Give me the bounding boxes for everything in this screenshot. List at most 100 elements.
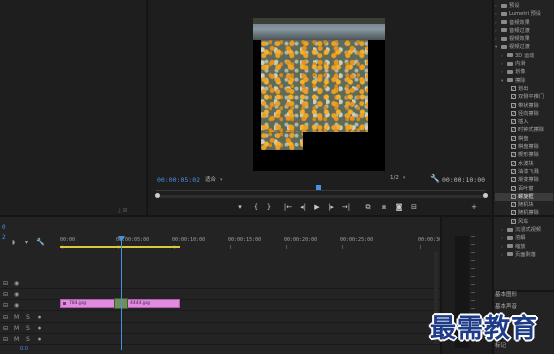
program-playhead[interactable] — [316, 185, 321, 190]
effects-tree-label: 双侧平推门 — [518, 94, 544, 101]
effects-tree-item[interactable]: › 沉浸式视频 — [495, 226, 553, 234]
effects-tree-label: Lumetri 预设 — [509, 11, 541, 18]
effects-tree-item[interactable]: 双侧平推门 — [495, 93, 553, 101]
ruler-tick-label: 00:00 — [60, 237, 76, 243]
toggle-sync-lock-icon[interactable]: ⊟ — [3, 336, 8, 343]
video-clip[interactable]: 4444.jpg — [120, 299, 180, 308]
effects-tree-item[interactable]: ▾ 视频过渡 — [495, 43, 553, 51]
folder-icon — [507, 69, 513, 74]
effects-tree-item[interactable]: › 划像 — [495, 68, 553, 76]
effects-tree-item[interactable]: ▾ 擦除 — [495, 77, 553, 85]
linked-selection-icon[interactable]: ▾ — [25, 239, 28, 246]
button-editor-icon[interactable]: ⊟ — [408, 203, 420, 211]
program-zoom-scrollbar[interactable] — [157, 195, 487, 198]
solo-button[interactable]: S — [26, 325, 30, 332]
toggle-sync-lock-icon[interactable]: ⊟ — [3, 314, 8, 321]
folder-icon — [507, 227, 513, 232]
panel-menu-icon[interactable]: ⤓ ⊞ — [118, 207, 128, 215]
record-icon[interactable]: ⏺ — [38, 336, 41, 344]
timeline-timecode[interactable]: 0 — [2, 224, 6, 231]
effects-tree-item[interactable]: 螺旋框 — [495, 192, 553, 202]
effects-tree-item[interactable]: › Lumetri 预设 — [495, 10, 553, 18]
effects-tree-item[interactable]: 油漆飞溅 — [495, 168, 553, 176]
program-time-ruler[interactable] — [156, 190, 486, 194]
insert-icon[interactable]: ⧉ — [362, 203, 374, 211]
mute-button[interactable]: M — [14, 325, 19, 332]
track-header: ⊟ M S ⏺ — [0, 324, 58, 334]
effects-tree-item[interactable]: 水波块 — [495, 160, 553, 168]
effects-tree-item[interactable]: 随机块 — [495, 201, 553, 209]
effects-tree-label: 渐变擦除 — [518, 177, 539, 184]
mute-button[interactable]: M — [14, 314, 19, 321]
solo-button[interactable]: S — [26, 314, 30, 321]
effects-tree-item[interactable]: › 预设 — [495, 2, 553, 10]
folder-icon — [507, 244, 513, 249]
eye-icon[interactable]: ◉ — [14, 291, 19, 298]
audio-track[interactable]: ⊟ M S ⏺ — [0, 335, 440, 345]
video-track[interactable]: ⊟ ◉ — [0, 279, 440, 289]
effects-tree-item[interactable]: › 缩放 — [495, 243, 553, 251]
essential-graphics-tab[interactable]: 基本图形 — [495, 290, 517, 298]
effects-tree-item[interactable]: › 音频过渡 — [495, 27, 553, 35]
zoom-handle-right[interactable] — [483, 193, 488, 198]
timeline-settings-wrench-icon[interactable]: 🔧 — [36, 238, 45, 246]
folder-icon — [501, 28, 507, 33]
toggle-sync-lock-icon[interactable]: ⊟ — [3, 291, 8, 298]
effects-tree-item[interactable]: 划出 — [495, 85, 553, 93]
effects-tree-item[interactable]: › 视频效果 — [495, 35, 553, 43]
add-button-icon[interactable]: + — [470, 203, 478, 211]
effects-tree-item[interactable]: › 页面剥落 — [495, 251, 553, 259]
audio-track[interactable]: ⊟ M S ⏺ — [0, 313, 440, 323]
mark-in-icon[interactable]: { — [252, 203, 260, 211]
settings-wrench-icon[interactable]: 🔧 — [430, 174, 440, 183]
eye-icon[interactable]: ◉ — [14, 302, 19, 309]
toggle-sync-lock-icon[interactable]: ⊟ — [3, 325, 8, 332]
video-clip[interactable]: 784.jpg — [60, 299, 118, 308]
effects-tree-item[interactable]: 插入 — [495, 118, 553, 126]
step-back-icon[interactable]: ◂| — [299, 203, 307, 211]
effects-tree-item[interactable]: › 3D 运动 — [495, 52, 553, 60]
effects-tree-item[interactable]: 渐变擦除 — [495, 176, 553, 184]
effects-tree-label: 随机块 — [518, 202, 534, 209]
resolution-select[interactable]: 1/2 ▾ — [390, 175, 412, 184]
toggle-sync-lock-icon[interactable]: ⊟ — [3, 280, 8, 287]
play-icon[interactable]: ▶ — [313, 203, 321, 211]
effects-tree-item[interactable]: 楔形擦除 — [495, 151, 553, 159]
folder-icon — [507, 235, 513, 240]
effects-tree-item[interactable]: › 音频效果 — [495, 19, 553, 27]
effects-tree-item[interactable]: 棋盘 — [495, 135, 553, 143]
effects-tree-item[interactable]: 棋盘擦除 — [495, 143, 553, 151]
export-frame-icon[interactable]: ◙ — [394, 203, 404, 211]
effects-tree-item[interactable]: 百叶窗 — [495, 185, 553, 193]
solo-button[interactable]: S — [26, 336, 30, 343]
work-area-bar[interactable] — [60, 246, 180, 248]
mute-button[interactable]: M — [14, 336, 19, 343]
effects-tree-item[interactable]: › 溶解 — [495, 234, 553, 242]
effects-tree-item[interactable]: 时钟式擦除 — [495, 126, 553, 134]
effects-tree-label: 时钟式擦除 — [518, 127, 544, 134]
eye-icon[interactable]: ◉ — [14, 280, 19, 287]
go-to-in-icon[interactable]: |← — [283, 203, 293, 211]
mark-out-icon[interactable]: } — [265, 203, 273, 211]
fit-select[interactable]: 适合 ▾ — [205, 175, 239, 184]
record-icon[interactable]: ⏺ — [38, 325, 41, 333]
step-forward-icon[interactable]: |▸ — [327, 203, 335, 211]
program-timecode[interactable]: 00:00:05:02 — [157, 176, 200, 184]
effects-tree-item[interactable]: 带状擦除 — [495, 102, 553, 110]
record-icon[interactable]: ⏺ — [38, 314, 41, 322]
zoom-handle-left[interactable] — [155, 193, 160, 198]
effects-tree-item[interactable]: 径向擦除 — [495, 110, 553, 118]
go-to-out-icon[interactable]: →| — [341, 203, 351, 211]
transition-effect-icon — [511, 152, 516, 158]
effects-tree-item[interactable]: › 内滑 — [495, 60, 553, 68]
audio-track[interactable]: ⊟ M S ⏺ — [0, 324, 440, 334]
overwrite-icon[interactable]: ⧈ — [378, 203, 390, 211]
effects-tree-label: 缩放 — [515, 243, 526, 250]
add-marker-icon[interactable]: ▾ — [236, 203, 244, 211]
fit-select-value: 适合 — [205, 177, 217, 183]
effects-tree-item[interactable]: 风车 — [495, 218, 553, 226]
toggle-sync-lock-icon[interactable]: ⊟ — [3, 302, 8, 309]
master-volume-value[interactable]: 0.0 — [20, 346, 28, 352]
snap-icon[interactable]: ◗ — [12, 239, 15, 246]
timeline-playhead-line[interactable] — [121, 240, 122, 350]
